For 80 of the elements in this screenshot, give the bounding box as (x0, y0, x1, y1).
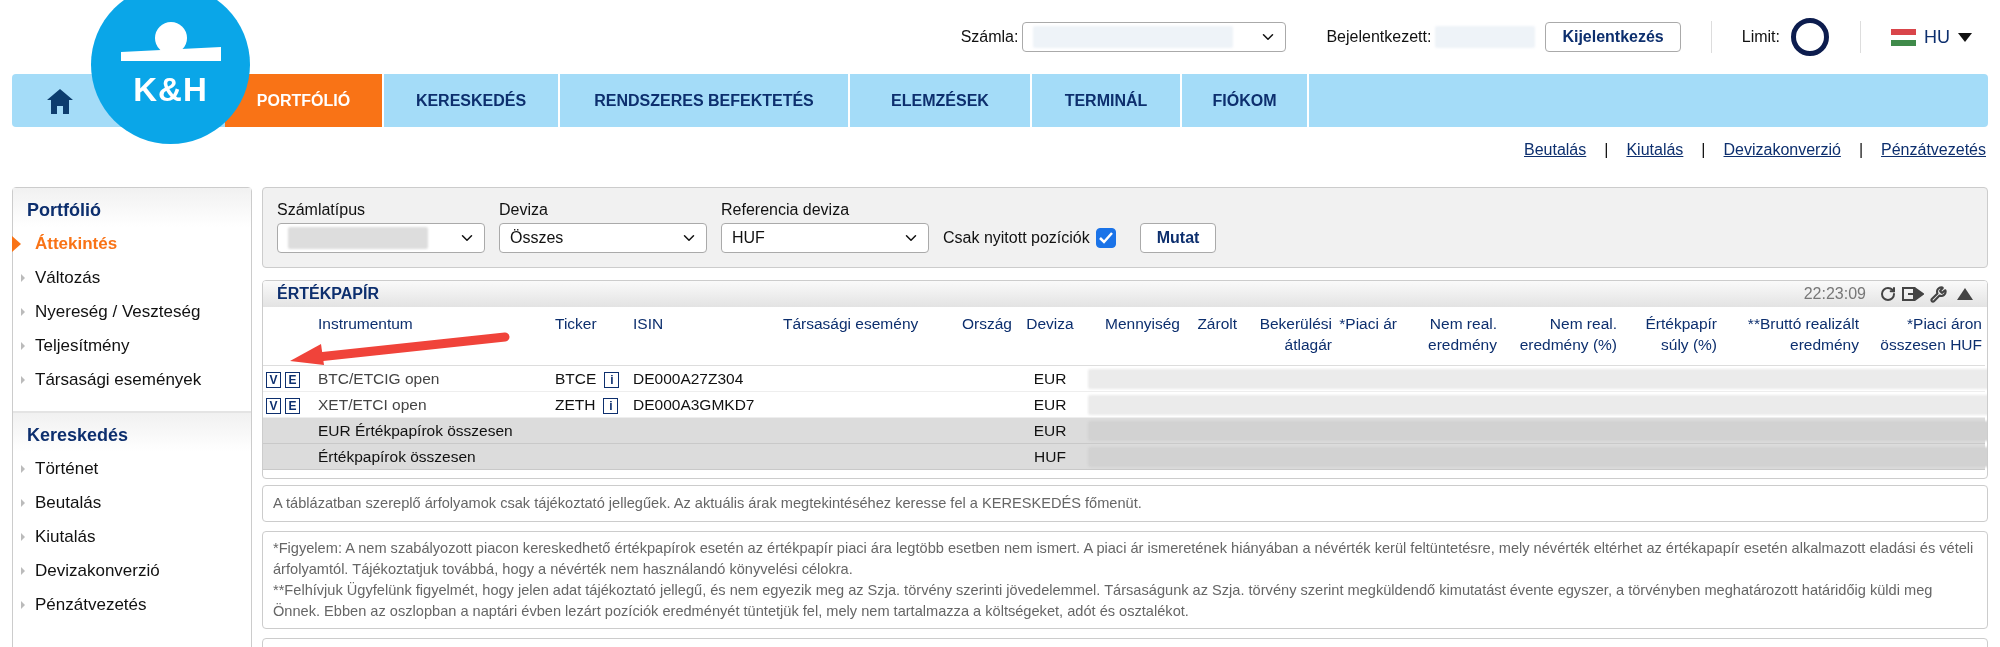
edit-button[interactable]: E (285, 397, 300, 414)
column-header: Értékpapír súly (%) (1620, 307, 1720, 366)
sidebar-item[interactable]: Devizakonverzió (13, 554, 251, 588)
edit-button[interactable]: E (285, 371, 300, 388)
link-separator: | (1604, 141, 1609, 159)
info-button[interactable]: i (604, 371, 620, 388)
sidebar-item[interactable]: Teljesítmény (13, 329, 251, 363)
logout-button[interactable]: Kijelentkezés (1545, 22, 1681, 52)
column-header: Mennyiség (1085, 307, 1183, 366)
table-cell: ZETH (555, 395, 596, 413)
sidebar-item[interactable]: Nyereség / Veszteség (13, 295, 251, 329)
footnote-text: **Felhívjuk Ügyfelünk figyelmét, hogy jelen adat tájékoztató jellegű, és nem egyezik meg az Szja. törvény szerinti jövedelemmel. Társaságunk az Szja. törvény szerint megküldendő kimutatást évente egyszer, a törvényben meghatározott határidőig küldi meg Önnek. Ebben az oszlopban a naptári évben lezárt pozíciók eredményét tüntetjük fel, mely nem tartalmazza a költségeket, adót és osztalékot. (273, 581, 1934, 621)
field-label: Deviza (499, 201, 549, 219)
column-header: Ticker (552, 307, 630, 366)
sidebar-item[interactable]: Változás (13, 261, 251, 295)
quick-link[interactable]: Devizakonverzió (1723, 141, 1841, 159)
caret-icon (1958, 32, 1972, 42)
table-cell: EUR Értékpapírok összesen (315, 417, 552, 444)
table-cell: EUR (1015, 417, 1085, 444)
export-icon[interactable] (1902, 287, 1924, 301)
disclaimer-text: A táblázatban szereplő árfolyamok csak tájékoztató jellegűek. Az aktuális árak megtekintéséhez keresse fel a KERESKEDÉS főmenüt. (262, 485, 1988, 522)
table-cell: DE000A27Z304 (630, 365, 780, 392)
nav-tab[interactable]: RENDSZERES BEFEKTETÉS (560, 74, 850, 127)
table-cell: DE000A3GMKD7 (630, 391, 780, 418)
sidebar-item[interactable]: Történet (13, 452, 251, 486)
refresh-icon[interactable] (1880, 286, 1896, 302)
quick-link[interactable]: Kiutalás (1626, 141, 1684, 159)
footnote-text: *Figyelem: A nem szabályozott piacon kereskedhető értékpapírok esetén az értékpapír piaci ára legtöbb esetben nem ismert. A piaci ár ismeretének hiányában a névérték kerül feltüntetésre, mely névérték eltérhet az értékapapír esetén alkalmazott eladási és vételi árfolyamtól. Tájékoztatjuk továbbá, hogy a névérték nem használandó könyvelési célokra. (273, 539, 1975, 579)
table-cell: BTCE (555, 369, 597, 387)
info-button[interactable]: i (603, 397, 619, 414)
currency-select[interactable]: Összes (499, 223, 707, 253)
nav-tab[interactable]: TERMINÁL (1032, 74, 1182, 127)
logo-text: K&H (133, 70, 208, 109)
logged-in-label: Bejelentkezett: (1326, 28, 1432, 46)
view-button[interactable]: V (266, 397, 281, 414)
field-label: Referencia deviza (721, 201, 851, 219)
column-header: Ország (945, 307, 1015, 366)
nav-tab[interactable]: KERESKEDÉS (384, 74, 560, 127)
nav-tab[interactable]: ELEMZÉSEK (850, 74, 1032, 127)
panel-title: ÉRTÉKPAPÍR (277, 285, 379, 303)
column-header: Bekerülési átlagár (1240, 307, 1335, 366)
timestamp: 22:23:09 (1803, 285, 1866, 303)
table-cell: HUF (1015, 443, 1085, 470)
column-header: *Piaci áron összesen HUF (1862, 307, 1985, 366)
view-button[interactable]: V (266, 371, 281, 388)
field-label: Számlatípus (277, 201, 367, 219)
column-header: *Piaci ár (1335, 307, 1400, 366)
sidebar-item[interactable]: Pénzátvezetés (13, 588, 251, 622)
column-header: **Bruttó realizált eredmény (1720, 307, 1862, 366)
nav-tab[interactable]: FIÓKOM (1182, 74, 1309, 127)
column-header: ISIN (630, 307, 780, 366)
account-label: Számla: (960, 28, 1019, 46)
sidebar-item[interactable]: Társasági események (13, 363, 251, 397)
table-cell: XET/ETCI open (315, 391, 552, 418)
table-cell: EUR (1015, 365, 1085, 392)
column-header: Nem real. eredmény (1400, 307, 1500, 366)
reference-currency-select[interactable]: HUF (721, 223, 929, 253)
column-header: Nem real. eredmény (%) (1500, 307, 1620, 366)
link-separator: | (1701, 141, 1706, 159)
table-cell: BTC/ETCIG open (315, 365, 552, 392)
collapse-icon[interactable] (1957, 288, 1973, 300)
table-cell: Értékpapírok összesen (315, 443, 552, 470)
flag-icon[interactable] (1891, 28, 1916, 46)
sidebar-item[interactable]: Beutalás (13, 486, 251, 520)
ring-icon[interactable] (1790, 17, 1830, 57)
table-cell: EUR (1015, 391, 1085, 418)
show-button[interactable]: Mutat (1139, 223, 1217, 253)
column-header: Társasági esemény (780, 307, 945, 366)
wrench-icon[interactable] (1930, 285, 1947, 303)
language-selector[interactable]: HU (1924, 26, 1972, 48)
limit-label: Limit: (1741, 28, 1780, 46)
checkbox-label: Csak nyitott pozíciók (943, 229, 1090, 247)
column-header: Deviza (1015, 307, 1085, 366)
quick-link[interactable]: Pénzátvezetés (1881, 141, 1986, 159)
home-icon[interactable] (46, 86, 74, 115)
checkbox[interactable] (1095, 228, 1116, 248)
link-separator: | (1858, 141, 1864, 159)
column-header: Zárolt (1183, 307, 1240, 366)
quick-link[interactable]: Beutalás (1524, 141, 1587, 159)
sidebar-item[interactable]: Kiutalás (13, 520, 251, 554)
